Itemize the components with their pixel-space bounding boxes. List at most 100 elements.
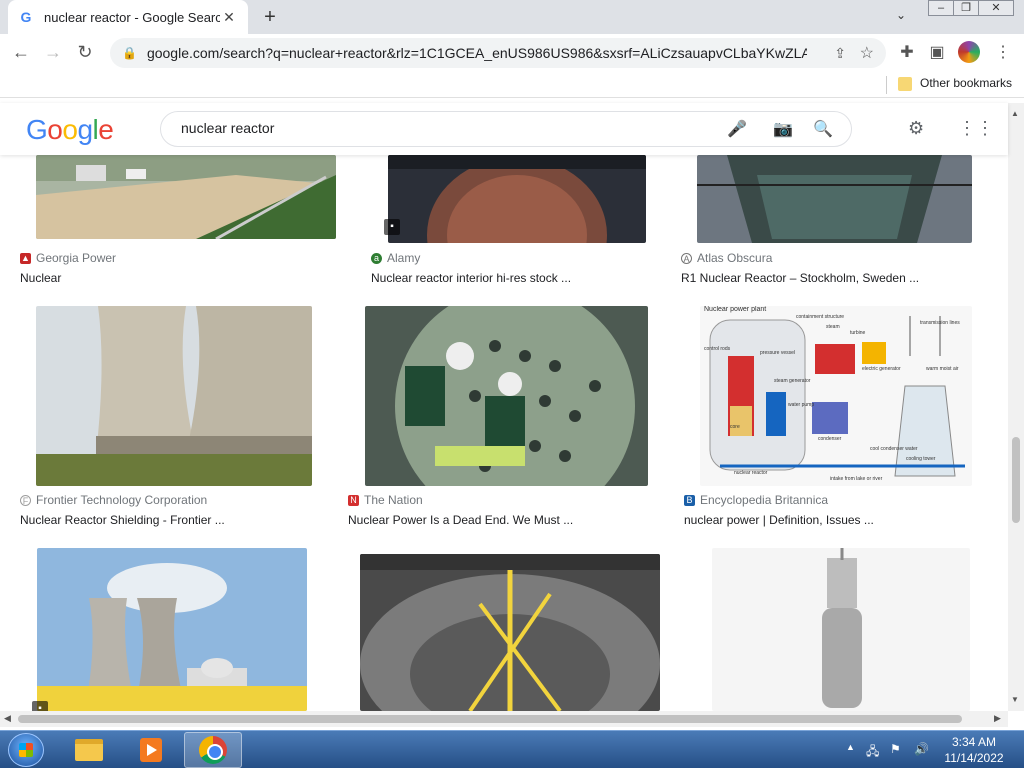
scroll-up-arrow-icon[interactable]: ▲ bbox=[1011, 109, 1019, 118]
image-badge-icon: ▪ bbox=[32, 701, 48, 711]
google-logo[interactable]: Google bbox=[26, 114, 114, 146]
close-window-button[interactable]: ✕ bbox=[978, 0, 1014, 16]
restore-button[interactable]: ❐ bbox=[953, 0, 979, 16]
extensions-puzzle-icon[interactable]: ✚ bbox=[896, 42, 918, 62]
diagram-label: steam bbox=[826, 324, 840, 330]
browser-window: G nuclear reactor - Google Search ✕ + ⌄ … bbox=[0, 0, 1024, 730]
bookmark-star-icon[interactable]: ☆ bbox=[860, 43, 874, 63]
windows-taskbar: ▲ 🖧 ⚑ 🔊 3:34 AM 11/14/2022 bbox=[0, 730, 1024, 768]
the-nation-icon: N bbox=[348, 494, 359, 506]
result-source-label: Georgia Power bbox=[36, 251, 117, 265]
result-image[interactable] bbox=[360, 554, 660, 711]
result-image[interactable] bbox=[697, 155, 972, 243]
georgia-power-icon: ▲ bbox=[20, 252, 31, 264]
diagram-label: transmission lines bbox=[920, 320, 960, 326]
chrome-taskbar-button[interactable] bbox=[184, 732, 242, 768]
diagram-label: condenser bbox=[818, 436, 842, 442]
result-image[interactable] bbox=[37, 548, 307, 711]
result-image[interactable] bbox=[388, 155, 646, 243]
address-bar[interactable]: 🔒 google.com/search?q=nuclear+reactor&rl… bbox=[110, 38, 886, 68]
action-center-flag-icon[interactable]: ⚑ bbox=[890, 742, 901, 756]
frontier-icon: F bbox=[20, 494, 31, 506]
scroll-left-arrow-icon[interactable]: ◀ bbox=[4, 713, 11, 724]
clock-time: 3:34 AM bbox=[951, 735, 997, 749]
vertical-scrollbar[interactable]: ▲ ▼ bbox=[1008, 103, 1024, 711]
result-source[interactable]: F Frontier Technology Corporation bbox=[20, 493, 207, 507]
scroll-down-arrow-icon[interactable]: ▼ bbox=[1011, 695, 1019, 704]
tab-search-chevron-icon[interactable]: ⌄ bbox=[896, 8, 906, 22]
microphone-icon[interactable]: 🎤 bbox=[727, 119, 747, 139]
vertical-scroll-thumb[interactable] bbox=[1012, 437, 1020, 523]
result-title[interactable]: nuclear power | Definition, Issues ... bbox=[684, 513, 874, 527]
diagram-label: intake from lake or river bbox=[830, 476, 883, 482]
diagram-label: water pump bbox=[788, 402, 815, 408]
result-title[interactable]: Nuclear Power Is a Dead End. We Must ... bbox=[348, 513, 573, 527]
apps-grid-icon[interactable]: ⋮⋮ bbox=[958, 118, 994, 139]
settings-gear-icon[interactable]: ⚙ bbox=[908, 118, 924, 139]
lock-icon[interactable]: 🔒 bbox=[122, 46, 137, 60]
diagram-label: nuclear reactor bbox=[734, 470, 768, 476]
diagram-label: turbine bbox=[850, 330, 866, 336]
scroll-right-arrow-icon[interactable]: ▶ bbox=[994, 713, 1001, 724]
result-source-label: The Nation bbox=[364, 493, 423, 507]
result-source-label: Encyclopedia Britannica bbox=[700, 493, 829, 507]
new-tab-button[interactable]: + bbox=[258, 6, 282, 28]
result-source[interactable]: ▲ Georgia Power bbox=[20, 251, 116, 265]
result-source[interactable]: B Encyclopedia Britannica bbox=[684, 493, 828, 507]
folder-icon[interactable] bbox=[898, 77, 912, 91]
diagram-label: containment structure bbox=[796, 314, 845, 320]
google-header: Google 🎤 📷 🔍 ⚙ ⋮⋮ bbox=[0, 103, 1008, 155]
other-bookmarks-link[interactable]: Other bookmarks bbox=[920, 76, 1012, 90]
minimize-button[interactable]: – bbox=[928, 0, 954, 16]
system-clock[interactable]: 3:34 AM 11/14/2022 bbox=[936, 734, 1012, 766]
media-player-taskbar-button[interactable] bbox=[122, 732, 180, 768]
folder-icon bbox=[75, 739, 103, 761]
close-tab-icon[interactable]: ✕ bbox=[220, 9, 238, 26]
result-title[interactable]: Nuclear reactor interior hi-res stock ..… bbox=[371, 271, 571, 285]
bookmarks-separator bbox=[886, 76, 887, 94]
show-hidden-icons-icon[interactable]: ▲ bbox=[846, 742, 855, 752]
result-title[interactable]: Nuclear Reactor Shielding - Frontier ... bbox=[20, 513, 225, 527]
result-image[interactable] bbox=[712, 548, 970, 711]
result-image[interactable] bbox=[365, 306, 648, 486]
forward-arrow-icon[interactable]: → bbox=[42, 42, 64, 63]
horizontal-scroll-thumb[interactable] bbox=[18, 715, 962, 723]
britannica-icon: B bbox=[684, 494, 695, 506]
diagram-label: electric generator bbox=[862, 366, 901, 372]
profile-avatar[interactable] bbox=[958, 41, 980, 63]
result-source-label: Atlas Obscura bbox=[697, 251, 773, 265]
diagram-label: steam generator bbox=[774, 378, 811, 384]
horizontal-scrollbar[interactable]: ◀ ▶ bbox=[0, 711, 1008, 727]
browser-tab[interactable]: G nuclear reactor - Google Search ✕ bbox=[8, 0, 248, 34]
result-title[interactable]: R1 Nuclear Reactor – Stockholm, Sweden .… bbox=[681, 271, 919, 285]
image-badge-icon: ▪ bbox=[384, 219, 400, 235]
result-image[interactable] bbox=[36, 306, 312, 486]
tab-title: nuclear reactor - Google Search bbox=[44, 9, 220, 25]
google-favicon-icon: G bbox=[20, 9, 32, 25]
result-image[interactable] bbox=[36, 155, 336, 239]
side-panel-icon[interactable]: ▣ bbox=[926, 42, 948, 62]
back-arrow-icon[interactable]: ← bbox=[10, 42, 32, 63]
diagram-label: control rods bbox=[704, 346, 731, 352]
network-icon[interactable]: 🖧 bbox=[866, 742, 879, 763]
camera-lens-icon[interactable]: 📷 bbox=[773, 119, 793, 139]
result-image[interactable]: Nuclear power plant containment structur… bbox=[700, 306, 972, 486]
result-title[interactable]: Nuclear bbox=[20, 271, 61, 285]
search-icon[interactable]: 🔍 bbox=[813, 119, 833, 139]
result-source[interactable]: A Atlas Obscura bbox=[681, 251, 772, 265]
diagram-label: cool condenser water bbox=[870, 446, 918, 452]
chrome-menu-icon[interactable]: ⋮ bbox=[992, 42, 1014, 62]
result-source[interactable]: a Alamy bbox=[371, 251, 420, 265]
diagram-label: core bbox=[730, 424, 740, 430]
reload-icon[interactable]: ↻ bbox=[74, 42, 96, 63]
chrome-icon bbox=[199, 736, 227, 764]
url-text: google.com/search?q=nuclear+reactor&rlz=… bbox=[146, 45, 807, 61]
search-input[interactable] bbox=[181, 120, 701, 136]
share-icon[interactable]: ⇪ bbox=[834, 45, 846, 62]
file-explorer-taskbar-button[interactable] bbox=[60, 732, 118, 768]
tab-strip: G nuclear reactor - Google Search ✕ + ⌄ … bbox=[0, 0, 1024, 34]
result-source[interactable]: N The Nation bbox=[348, 493, 423, 507]
volume-icon[interactable]: 🔊 bbox=[914, 742, 929, 756]
clock-date: 11/14/2022 bbox=[944, 751, 1004, 765]
start-button[interactable] bbox=[8, 733, 44, 767]
